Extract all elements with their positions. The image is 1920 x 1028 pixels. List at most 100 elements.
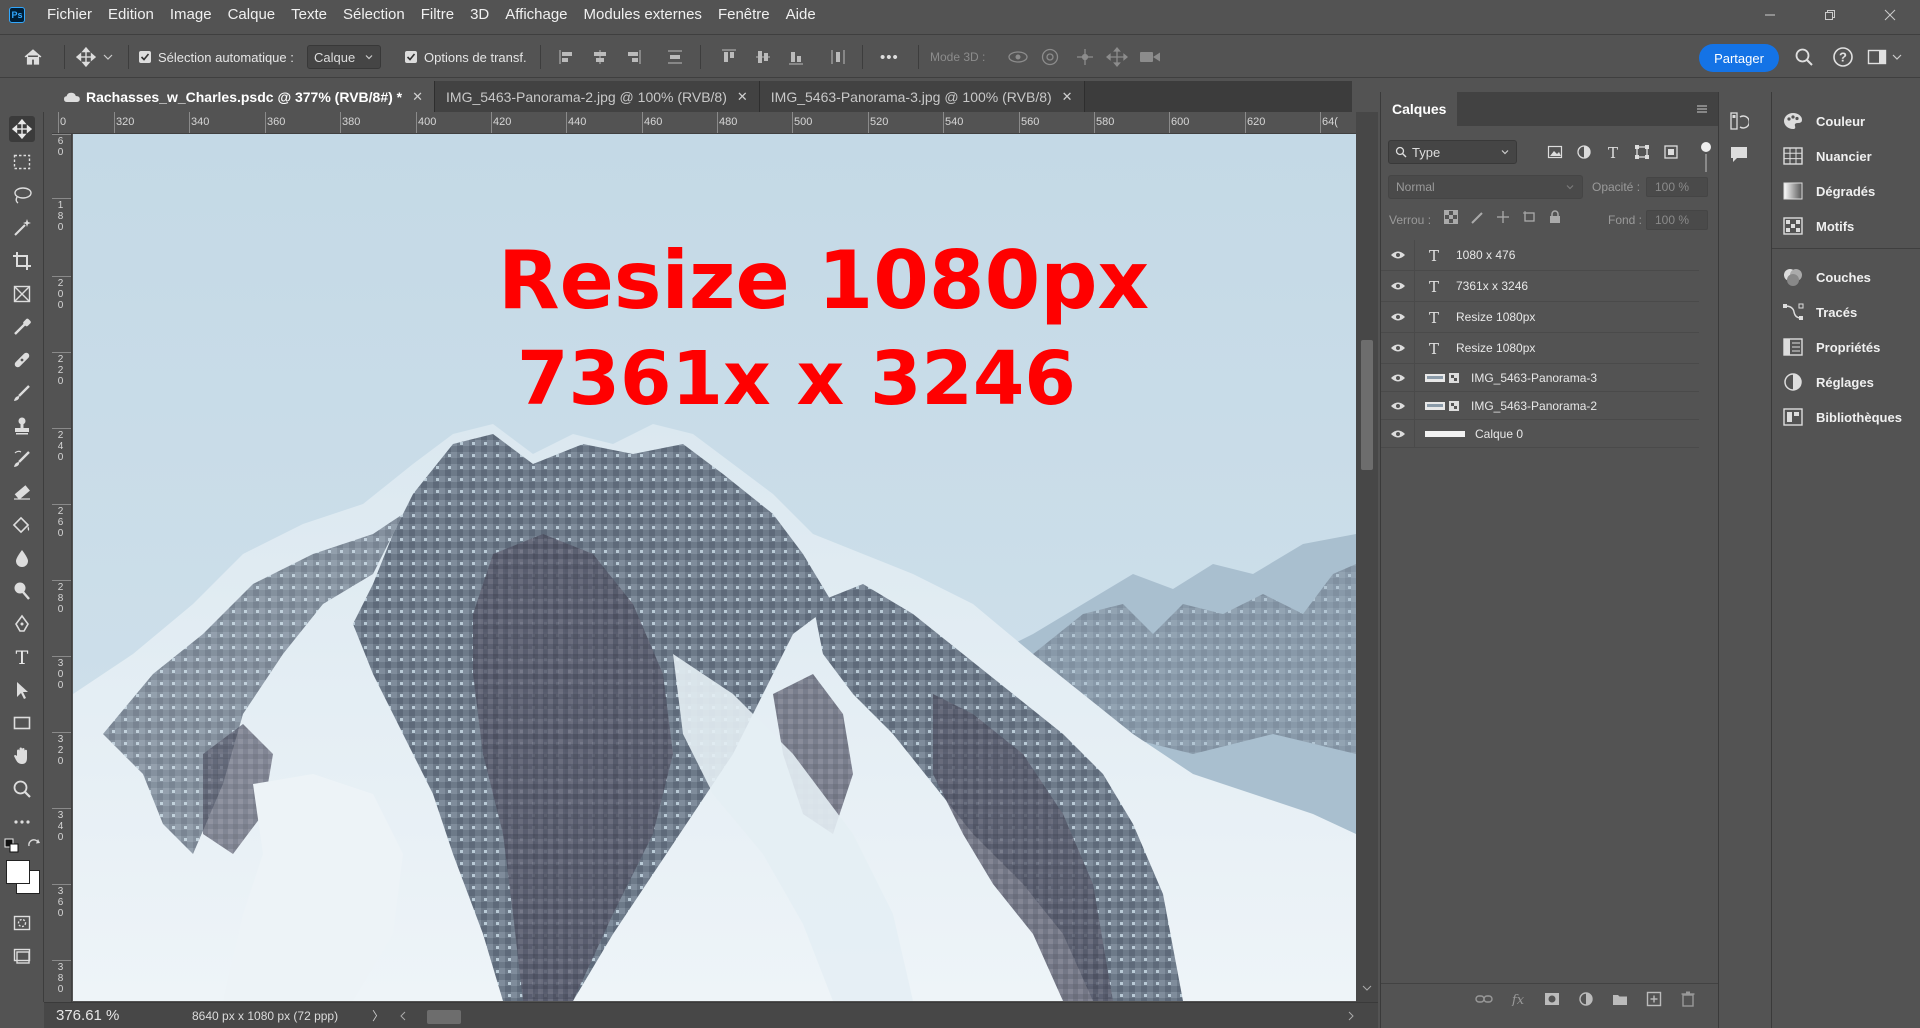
- lock-transparent-icon[interactable]: [1444, 210, 1458, 224]
- more-options-button[interactable]: •••: [880, 35, 899, 79]
- minimize-button[interactable]: [1740, 0, 1800, 30]
- close-tab-icon[interactable]: ✕: [1062, 89, 1073, 105]
- search-button[interactable]: [1794, 35, 1814, 79]
- edit-toolbar-button[interactable]: [9, 809, 35, 835]
- layer-row[interactable]: T Resize 1080px: [1381, 333, 1699, 364]
- type-tool[interactable]: T: [9, 644, 35, 670]
- filter-adjustment-icon[interactable]: [1576, 144, 1592, 160]
- align-left-button[interactable]: [558, 35, 576, 79]
- visibility-toggle[interactable]: [1381, 364, 1415, 391]
- new-layer-button[interactable]: [1637, 984, 1671, 1014]
- auto-select-checkbox[interactable]: Sélection automatique :: [139, 35, 294, 79]
- close-tab-icon[interactable]: ✕: [412, 89, 423, 105]
- lock-pixels-icon[interactable]: [1470, 210, 1484, 224]
- restore-button[interactable]: [1800, 0, 1860, 30]
- filter-type-icon[interactable]: T: [1605, 144, 1621, 160]
- filter-shape-icon[interactable]: [1634, 144, 1650, 160]
- crop-tool[interactable]: [9, 248, 35, 274]
- layer-row[interactable]: T 1080 x 476: [1381, 240, 1699, 271]
- brush-tool[interactable]: [9, 380, 35, 406]
- distribute-vertical-button[interactable]: [829, 35, 847, 79]
- align-vcenter-button[interactable]: [754, 35, 772, 79]
- panel-proprietes[interactable]: Propriétés: [1772, 332, 1920, 362]
- menu-fichier[interactable]: Fichier: [39, 0, 100, 30]
- visibility-toggle[interactable]: [1381, 271, 1415, 301]
- menu-calque[interactable]: Calque: [220, 0, 284, 30]
- scrollbar-thumb[interactable]: [1361, 340, 1373, 470]
- healing-brush-tool[interactable]: [9, 347, 35, 373]
- visibility-toggle[interactable]: [1381, 302, 1415, 332]
- foreground-color-swatch[interactable]: [6, 860, 30, 884]
- menu-modules-externes[interactable]: Modules externes: [576, 0, 710, 30]
- marquee-tool[interactable]: [9, 149, 35, 175]
- quick-mask-button[interactable]: [9, 910, 35, 936]
- layer-row[interactable]: Calque 0: [1381, 420, 1699, 448]
- visibility-toggle[interactable]: [1381, 420, 1415, 447]
- panel-reglages[interactable]: Réglages: [1772, 367, 1920, 397]
- horizontal-scrollbar-thumb[interactable]: [427, 1010, 461, 1024]
- new-group-button[interactable]: [1603, 984, 1637, 1014]
- pen-tool[interactable]: [9, 611, 35, 637]
- layer-style-button[interactable]: fx: [1501, 984, 1535, 1014]
- panel-degrades[interactable]: Dégradés: [1772, 176, 1920, 206]
- orbit-3d-button[interactable]: [1007, 35, 1029, 79]
- filter-smart-object-icon[interactable]: [1663, 144, 1679, 160]
- move-tool[interactable]: [9, 116, 35, 142]
- filter-toggle-icon[interactable]: [1701, 142, 1711, 152]
- layer-row[interactable]: T Resize 1080px: [1381, 302, 1699, 333]
- home-button[interactable]: [22, 35, 44, 79]
- blur-tool[interactable]: [9, 545, 35, 571]
- document-canvas[interactable]: Resize 1080px 7361x x 3246: [73, 134, 1356, 1001]
- visibility-toggle[interactable]: [1381, 333, 1415, 363]
- transform-controls-checkbox[interactable]: Options de transf.: [405, 35, 527, 79]
- eraser-tool[interactable]: [9, 479, 35, 505]
- object-selection-tool[interactable]: [9, 215, 35, 241]
- rectangle-tool[interactable]: [9, 710, 35, 736]
- pan-3d-button[interactable]: [1075, 35, 1095, 79]
- roll-3d-button[interactable]: [1040, 35, 1060, 79]
- panel-bibliotheques[interactable]: Bibliothèques: [1772, 402, 1920, 432]
- hand-tool[interactable]: [9, 743, 35, 769]
- workspace-button[interactable]: [1867, 35, 1903, 79]
- auto-select-target-dropdown[interactable]: Calque: [307, 45, 381, 69]
- frame-tool[interactable]: [9, 281, 35, 307]
- delete-layer-button[interactable]: [1671, 984, 1705, 1014]
- layer-row[interactable]: IMG_5463-Panorama-2: [1381, 392, 1699, 420]
- close-button[interactable]: [1860, 0, 1920, 30]
- help-button[interactable]: ?: [1832, 35, 1854, 79]
- slide-3d-button[interactable]: [1106, 35, 1128, 79]
- lasso-tool[interactable]: [9, 182, 35, 208]
- default-colors-button[interactable]: [4, 838, 20, 854]
- dodge-tool[interactable]: [9, 578, 35, 604]
- opacity-field[interactable]: 100 %: [1646, 177, 1708, 197]
- lock-artboard-icon[interactable]: [1522, 210, 1536, 224]
- visibility-toggle[interactable]: [1381, 392, 1415, 419]
- tab-rachasses[interactable]: Rachasses_w_Charles.psdc @ 377% (RVB/8#)…: [52, 81, 436, 112]
- panel-traces[interactable]: Tracés: [1772, 297, 1920, 327]
- layer-filter-dropdown[interactable]: Type: [1388, 140, 1517, 164]
- align-bottom-button[interactable]: [787, 35, 805, 79]
- menu-selection[interactable]: Sélection: [335, 0, 413, 30]
- menu-image[interactable]: Image: [162, 0, 220, 30]
- distribute-button[interactable]: [666, 35, 684, 79]
- link-layers-button[interactable]: [1467, 984, 1501, 1014]
- tab-panorama-3[interactable]: IMG_5463-Panorama-3.jpg @ 100% (RVB/8) ✕: [759, 81, 1085, 112]
- tab-calques[interactable]: Calques: [1381, 92, 1458, 126]
- swap-colors-button[interactable]: [26, 838, 42, 854]
- lock-all-icon[interactable]: [1548, 210, 1562, 224]
- zoom-level[interactable]: 376.61 %: [44, 1007, 140, 1024]
- panel-couleur[interactable]: Couleur: [1772, 106, 1920, 136]
- panel-couches[interactable]: Couches: [1772, 262, 1920, 292]
- menu-3d[interactable]: 3D: [462, 0, 497, 30]
- lock-position-icon[interactable]: [1496, 210, 1510, 224]
- eyedropper-tool[interactable]: [9, 314, 35, 340]
- screen-mode-button[interactable]: [9, 943, 35, 969]
- panel-motifs[interactable]: Motifs: [1772, 211, 1920, 241]
- zoom-tool[interactable]: [9, 776, 35, 802]
- menu-filtre[interactable]: Filtre: [413, 0, 462, 30]
- align-top-button[interactable]: [720, 35, 738, 79]
- share-button[interactable]: Partager: [1699, 44, 1779, 72]
- adjustment-layer-button[interactable]: [1569, 984, 1603, 1014]
- history-brush-tool[interactable]: [9, 446, 35, 472]
- menu-affichage[interactable]: Affichage: [497, 0, 575, 30]
